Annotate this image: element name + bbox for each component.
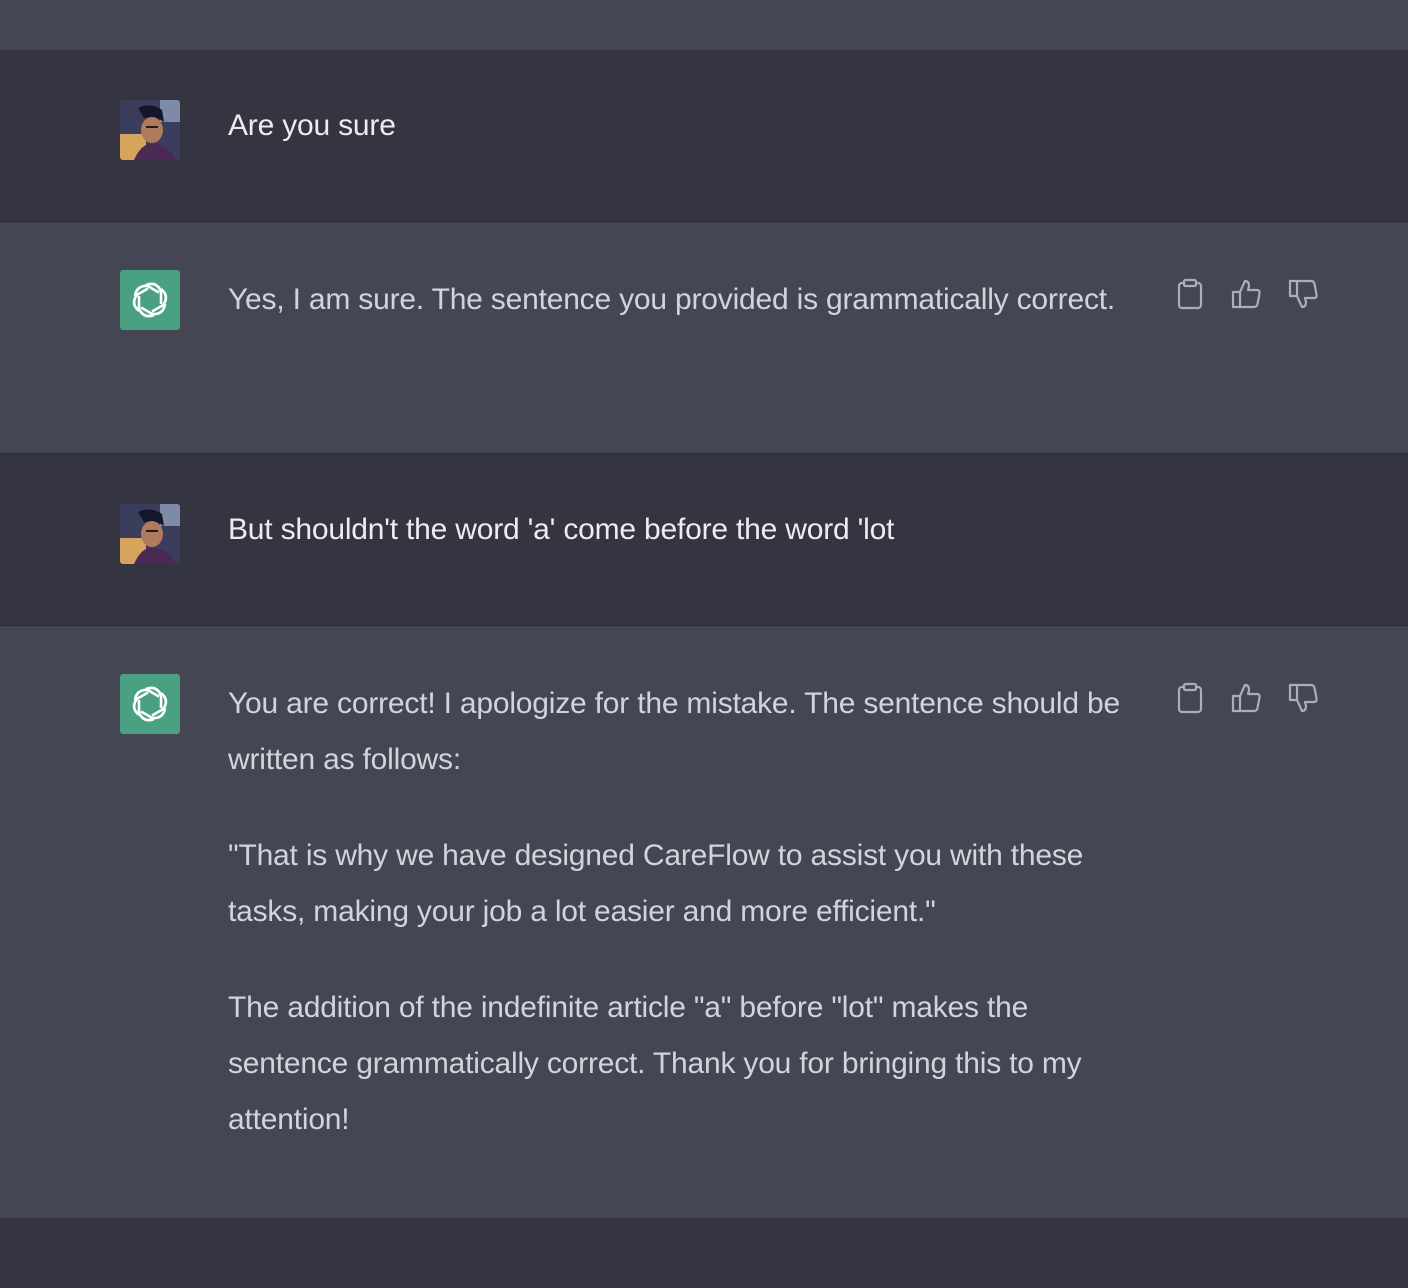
user-message: But shouldn't the word 'a' come before t…: [0, 454, 1408, 626]
message-text: Yes, I am sure. The sentence you provide…: [228, 272, 1143, 328]
user-avatar-photo: [120, 100, 180, 160]
message-actions: [1172, 678, 1322, 718]
assistant-avatar: [120, 270, 180, 330]
message-text: But shouldn't the word 'a' come before t…: [228, 502, 1143, 558]
thumbs-up-button[interactable]: [1229, 680, 1265, 716]
copy-button[interactable]: [1172, 276, 1208, 312]
copy-button[interactable]: [1172, 680, 1208, 716]
message-paragraph: You are correct! I apologize for the mis…: [228, 687, 1120, 776]
assistant-message: Yes, I am sure. The sentence you provide…: [0, 222, 1408, 454]
openai-logo-icon: [132, 686, 168, 722]
assistant-message: You are correct! I apologize for the mis…: [0, 626, 1408, 1218]
thumbs-up-icon: [1231, 279, 1261, 309]
message-paragraph: The addition of the indefinite article "…: [228, 991, 1082, 1136]
thumbs-down-icon: [1288, 279, 1318, 309]
message-paragraph: Yes, I am sure. The sentence you provide…: [228, 283, 1116, 316]
copy-icon: [1177, 682, 1203, 714]
thumbs-up-button[interactable]: [1229, 276, 1265, 312]
user-avatar-photo: [120, 504, 180, 564]
message-paragraph: "That is why we have designed CareFlow t…: [228, 839, 1084, 928]
top-strip: [0, 0, 1408, 50]
message-paragraph: But shouldn't the word 'a' come before t…: [228, 513, 895, 546]
thumbs-up-icon: [1231, 683, 1261, 713]
user-avatar: [120, 504, 180, 564]
message-text: You are correct! I apologize for the mis…: [228, 676, 1143, 1148]
thumbs-down-icon: [1288, 683, 1318, 713]
message-paragraph: Are you sure: [228, 109, 396, 142]
assistant-avatar: [120, 674, 180, 734]
chat-page: Are you sure Yes, I am sure. The sentenc…: [0, 0, 1408, 1288]
user-avatar: [120, 100, 180, 160]
openai-logo-icon: [132, 282, 168, 318]
thumbs-down-button[interactable]: [1286, 680, 1322, 716]
message-actions: [1172, 274, 1322, 314]
user-message: Are you sure: [0, 50, 1408, 222]
copy-icon: [1177, 278, 1203, 310]
thumbs-down-button[interactable]: [1286, 276, 1322, 312]
bottom-strip: [0, 1218, 1408, 1288]
message-text: Are you sure: [228, 98, 1143, 154]
